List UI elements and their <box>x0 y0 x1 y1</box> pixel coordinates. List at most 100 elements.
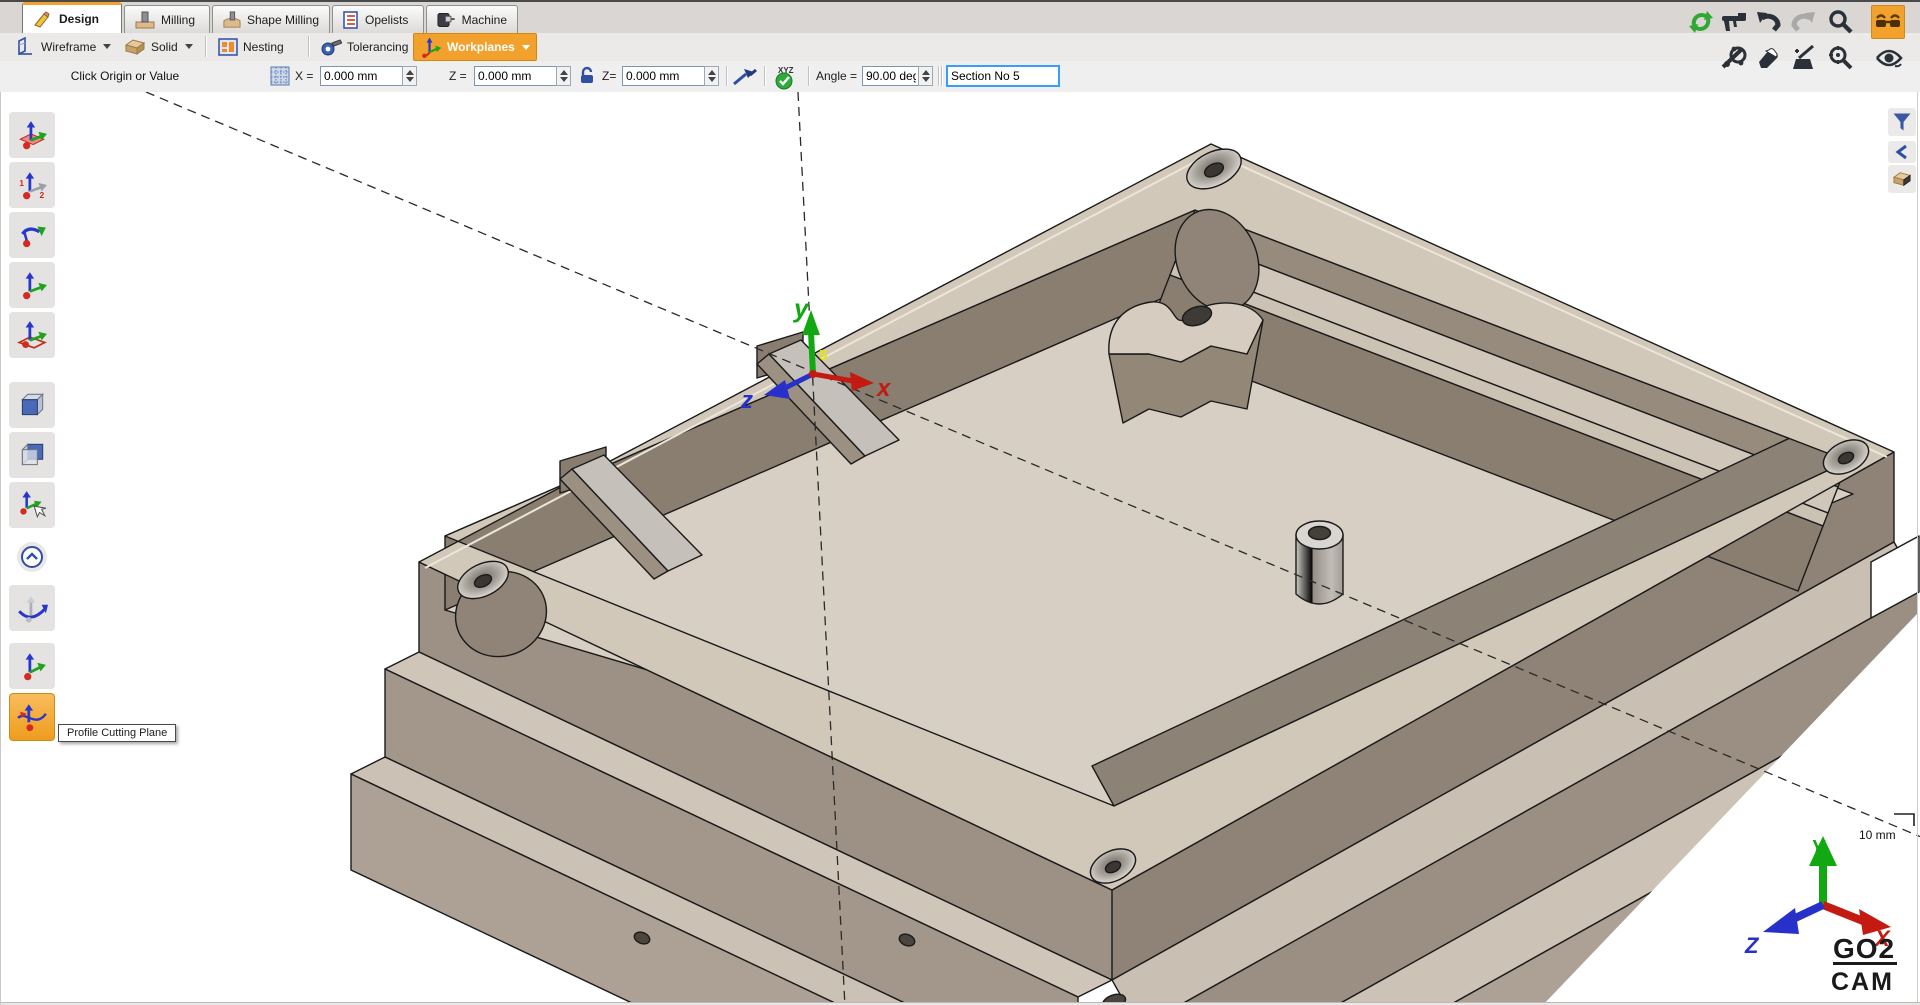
x-label: X = <box>295 61 313 91</box>
undo-button[interactable] <box>1752 6 1784 38</box>
redo-button[interactable] <box>1788 6 1820 38</box>
chevron-down-icon[interactable] <box>185 44 193 49</box>
ribbon-tolerancing[interactable]: Tolerancing <box>314 33 414 60</box>
zoom-button[interactable] <box>1824 6 1856 38</box>
z2-stepper[interactable] <box>704 66 719 86</box>
tab-machine[interactable]: Machine <box>426 5 518 33</box>
sidebar-view-cube-front[interactable] <box>9 382 55 428</box>
workplane-number-label: 5 <box>819 347 827 364</box>
param-separator <box>726 66 728 86</box>
sidebar-workplane-two-points[interactable]: 1 2 <box>9 162 55 208</box>
solid-icon <box>124 37 146 57</box>
tab-milling[interactable]: Milling <box>124 5 210 33</box>
zoom-selection-button[interactable] <box>1824 42 1856 74</box>
prompt-label: Click Origin or Value <box>10 61 240 91</box>
svg-text:2: 2 <box>39 190 44 200</box>
part-tab <box>1109 302 1263 423</box>
model-scene: y x z 5 10 mm Y X Z <box>1 92 1920 1005</box>
wireframe-icon <box>16 37 36 57</box>
machine-icon <box>437 11 456 29</box>
erase-button[interactable] <box>1752 42 1784 74</box>
axis-swap-icon <box>16 592 48 624</box>
nav-y-label: Y <box>1811 837 1826 859</box>
spin-up-icon[interactable] <box>406 70 414 75</box>
go2cam-logo: GO2 CAM <box>1831 933 1897 996</box>
tab-label: Design <box>59 12 99 26</box>
sidebar-axis-swap[interactable] <box>9 585 55 631</box>
z2-input[interactable] <box>622 66 706 86</box>
spin-down-icon[interactable] <box>560 77 568 82</box>
main-tab-bar: Design Milling Shape Milling <box>0 2 1920 33</box>
origin-x-label: x <box>875 375 892 402</box>
parameter-bar: Click Origin or Value X = Z = Z= <box>0 61 1920 93</box>
sidebar-view-cube-back[interactable] <box>9 432 55 478</box>
render-options-button[interactable] <box>1718 42 1750 74</box>
spin-up-icon[interactable] <box>708 70 716 75</box>
spin-up-icon[interactable] <box>560 70 568 75</box>
xyz-confirm-icon[interactable]: XYZ <box>770 66 800 90</box>
angle-stepper[interactable] <box>918 66 933 86</box>
tab-design[interactable]: Design <box>22 2 122 33</box>
tab-label: Milling <box>161 13 195 27</box>
cad-part <box>351 141 1920 1005</box>
ribbon-nesting[interactable]: Nesting <box>212 33 290 60</box>
measure-button[interactable] <box>1718 6 1750 38</box>
origin-z-label: z <box>740 387 753 414</box>
workplane-two-points-icon: 1 2 <box>16 169 48 201</box>
tab-label: Machine <box>462 13 507 27</box>
lock-icon[interactable] <box>578 66 598 86</box>
tab-opelists[interactable]: Opelists <box>332 5 424 33</box>
viewport-3d[interactable]: y x z 5 10 mm Y X Z <box>0 92 1920 1005</box>
magic-tools-button[interactable] <box>1788 42 1820 74</box>
ribbon-separator <box>308 36 310 57</box>
spin-down-icon[interactable] <box>922 77 930 82</box>
opelists-icon <box>343 11 359 29</box>
param-separator <box>941 66 943 86</box>
solid-box-icon <box>1892 170 1912 188</box>
tab-shape-milling[interactable]: Shape Milling <box>212 5 330 33</box>
section-name-input[interactable] <box>946 65 1060 87</box>
sidebar-profile-cutting-plane[interactable] <box>9 693 55 741</box>
workplane-plane-icon <box>16 319 48 351</box>
sidebar-axis-align[interactable] <box>9 643 55 689</box>
spin-up-icon[interactable] <box>922 70 930 75</box>
sidebar-collapse-button[interactable] <box>17 542 47 572</box>
undo-arrow-icon <box>1755 10 1781 34</box>
sidebar-workplane-plane[interactable] <box>9 312 55 358</box>
x-input[interactable] <box>320 66 404 86</box>
window-right-edge <box>1917 92 1918 1005</box>
visibility-button[interactable] <box>1873 42 1905 74</box>
ribbon-solid[interactable]: Solid <box>118 33 199 60</box>
param-separator <box>808 66 810 86</box>
nesting-icon <box>218 37 238 57</box>
chevron-left-icon <box>1895 144 1909 160</box>
point-picker-icon[interactable] <box>732 66 758 88</box>
shaded-view-button[interactable] <box>1871 5 1905 39</box>
sidebar-workplane-axis[interactable] <box>9 262 55 308</box>
spin-down-icon[interactable] <box>708 77 716 82</box>
nav-z-label: Z <box>1744 933 1760 958</box>
ribbon-workplanes[interactable]: Workplanes <box>413 33 537 61</box>
sidebar-workplane-pick[interactable] <box>9 482 55 528</box>
regen-button[interactable] <box>1685 6 1717 38</box>
x-stepper[interactable] <box>402 66 417 86</box>
angle-input[interactable] <box>862 66 920 86</box>
tolerancing-icon <box>320 37 342 57</box>
sidebar-workplane-rotate[interactable] <box>9 212 55 258</box>
z-stepper[interactable] <box>556 66 571 86</box>
ribbon-label: Workplanes <box>447 40 515 54</box>
sidebar-workplane-xy[interactable] <box>9 112 55 158</box>
chevron-down-icon[interactable] <box>522 45 530 50</box>
grid-snap-icon[interactable] <box>270 66 290 86</box>
solid-panel-button[interactable] <box>1888 165 1916 193</box>
ribbon-wireframe[interactable]: Wireframe <box>10 33 117 60</box>
spin-down-icon[interactable] <box>406 77 414 82</box>
workplane-xy-icon <box>16 119 48 151</box>
ribbon-separator <box>205 36 207 57</box>
logo-bottom-text: CAM <box>1831 968 1894 996</box>
z-input[interactable] <box>474 66 558 86</box>
chevron-down-icon[interactable] <box>103 44 111 49</box>
collapse-panel-button[interactable] <box>1888 141 1916 163</box>
workplane-rotate-icon <box>16 219 48 251</box>
filter-button[interactable] <box>1888 108 1916 136</box>
